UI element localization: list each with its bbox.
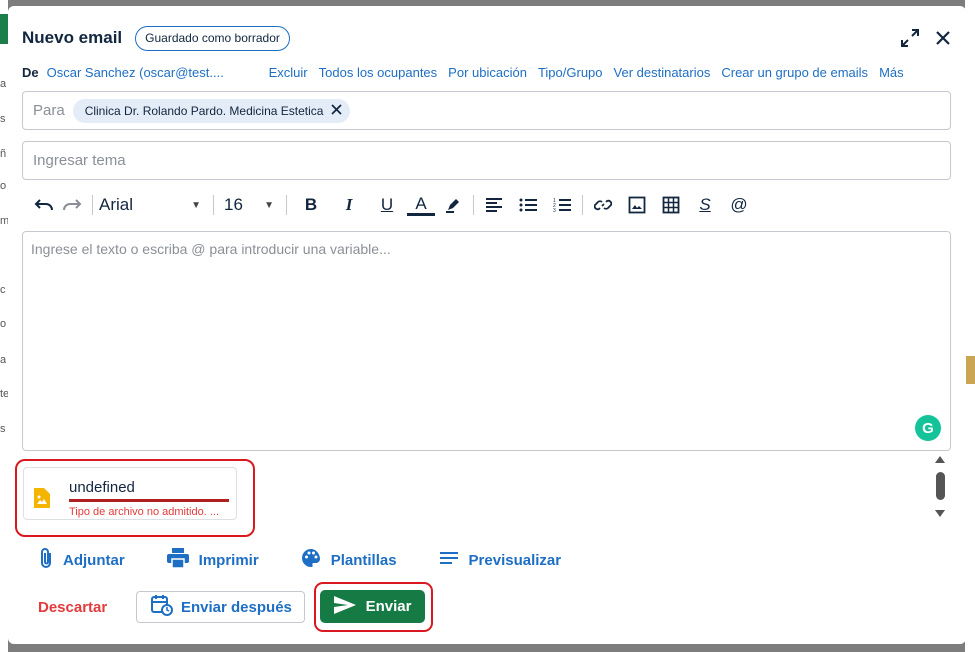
background-text: ñ [0, 148, 7, 160]
scrollbar-thumb[interactable] [936, 472, 945, 500]
scroll-up-icon[interactable] [935, 456, 945, 463]
background-app-left: a s ñ o m c o a te s [0, 0, 9, 652]
preview-button[interactable]: Previsualizar [439, 550, 562, 570]
image-file-icon [34, 488, 50, 513]
recipient-name: Clinica Dr. Rolando Pardo. Medicina Este… [84, 103, 324, 118]
lines-icon [439, 550, 459, 570]
image-icon[interactable] [623, 191, 651, 219]
attach-label: Adjuntar [63, 551, 125, 569]
background-text: c [0, 284, 6, 296]
underline-icon[interactable]: U [373, 191, 401, 219]
from-sender[interactable]: Oscar Sanchez (oscar@test.... [47, 65, 269, 80]
print-label: Imprimir [198, 551, 259, 569]
link-icon[interactable] [589, 191, 617, 219]
clear-format-icon[interactable]: S [691, 191, 719, 219]
footer-actions: Descartar Enviar después Enviar [22, 582, 442, 632]
background-accent [965, 356, 975, 384]
discard-button[interactable]: Descartar [38, 599, 107, 616]
from-row: De Oscar Sanchez (oscar@test.... Excluir… [22, 62, 946, 82]
expand-icon[interactable] [900, 28, 920, 48]
attach-button[interactable]: Adjuntar [39, 547, 125, 573]
font-size-select[interactable]: 16 ▼ [220, 195, 280, 215]
toolbar-divider [286, 195, 287, 215]
send-later-label: Enviar después [181, 598, 292, 616]
from-label: De [22, 64, 39, 80]
preview-label: Previsualizar [468, 551, 562, 569]
to-field[interactable]: Para Clinica Dr. Rolando Pardo. Medicina… [22, 91, 951, 130]
numbered-list-icon[interactable]: 123 [548, 191, 576, 219]
background-app-right [965, 0, 975, 652]
toolbar-divider [582, 195, 583, 215]
calendar-clock-icon [151, 594, 173, 620]
templates-button[interactable]: Plantillas [301, 548, 397, 572]
svg-text:3: 3 [553, 208, 556, 213]
editor-placeholder: Ingrese el texto o escriba @ para introd… [31, 241, 391, 257]
italic-icon[interactable]: I [335, 191, 363, 219]
undo-icon[interactable] [30, 191, 58, 219]
background-text: a [0, 78, 7, 90]
close-icon[interactable] [934, 29, 952, 47]
exclude-link[interactable]: Excluir [269, 65, 308, 80]
view-recipients-link[interactable]: Ver destinatarios [614, 65, 711, 80]
attachment-error-bar [69, 499, 229, 502]
send-button[interactable]: Enviar [320, 590, 425, 623]
printer-icon [166, 548, 189, 572]
font-size-value: 16 [224, 195, 243, 214]
background-text: o [0, 180, 7, 192]
header-actions [900, 28, 952, 48]
send-later-button[interactable]: Enviar después [136, 591, 305, 623]
bold-icon[interactable]: B [297, 191, 325, 219]
paperclip-icon [39, 547, 53, 573]
bullet-list-icon[interactable] [514, 191, 542, 219]
grammarly-icon[interactable]: G [915, 415, 941, 441]
type-group-link[interactable]: Tipo/Grupo [538, 65, 603, 80]
draft-status-badge: Guardado como borrador [135, 25, 290, 51]
create-email-group-link[interactable]: Crear un grupo de emails [721, 65, 868, 80]
recipient-chip: Clinica Dr. Rolando Pardo. Medicina Este… [72, 98, 351, 123]
attachment-error-message: Tipo de archivo no admitido. ... [69, 506, 220, 518]
background-text: a [0, 354, 7, 366]
attachments-scrollbar[interactable] [933, 454, 947, 520]
dialog-title: Nuevo email [22, 28, 123, 47]
attachment-name: undefined [69, 479, 135, 496]
font-family-select[interactable]: Arial ▼ [99, 195, 207, 215]
attachment-card[interactable]: undefined Tipo de archivo no admitido. .… [23, 467, 237, 520]
send-label: Enviar [365, 598, 412, 615]
toolbar-divider [213, 195, 214, 215]
font-family-value: Arial [99, 195, 134, 214]
background-accent [0, 14, 8, 44]
to-label: Para [33, 102, 65, 119]
redo-icon[interactable] [58, 191, 86, 219]
chevron-down-icon: ▼ [191, 199, 201, 211]
highlight-icon[interactable] [439, 191, 467, 219]
editor-toolbar: Arial ▼ 16 ▼ B I U A 123 S @ [30, 191, 753, 219]
background-text: s [0, 113, 6, 125]
subject-field [22, 141, 951, 180]
background-text: s [0, 423, 6, 435]
chevron-down-icon: ▼ [264, 199, 274, 211]
text-color-icon[interactable]: A [407, 194, 435, 216]
background-accent [965, 330, 975, 350]
align-left-icon[interactable] [480, 191, 508, 219]
background-text: o [0, 318, 7, 330]
table-icon[interactable] [657, 191, 685, 219]
by-location-link[interactable]: Por ubicación [448, 65, 527, 80]
all-occupants-link[interactable]: Todos los ocupantes [319, 65, 438, 80]
mention-icon[interactable]: @ [725, 191, 753, 219]
toolbar-divider [92, 195, 93, 215]
remove-recipient-icon[interactable] [331, 103, 343, 118]
palette-icon [301, 548, 321, 572]
email-body-editor[interactable]: Ingrese el texto o escriba @ para introd… [22, 231, 951, 451]
more-link[interactable]: Más [879, 65, 904, 80]
toolbar-divider [473, 195, 474, 215]
compose-actions: Adjuntar Imprimir Plantillas Previsualiz… [39, 547, 603, 573]
scroll-down-icon[interactable] [935, 510, 945, 517]
send-icon [333, 595, 356, 618]
subject-input[interactable] [33, 152, 950, 169]
dialog-header: Nuevo email Guardado como borrador [22, 25, 290, 51]
new-email-dialog: Nuevo email Guardado como borrador De Os… [8, 6, 966, 644]
print-button[interactable]: Imprimir [166, 548, 259, 572]
templates-label: Plantillas [330, 551, 397, 569]
